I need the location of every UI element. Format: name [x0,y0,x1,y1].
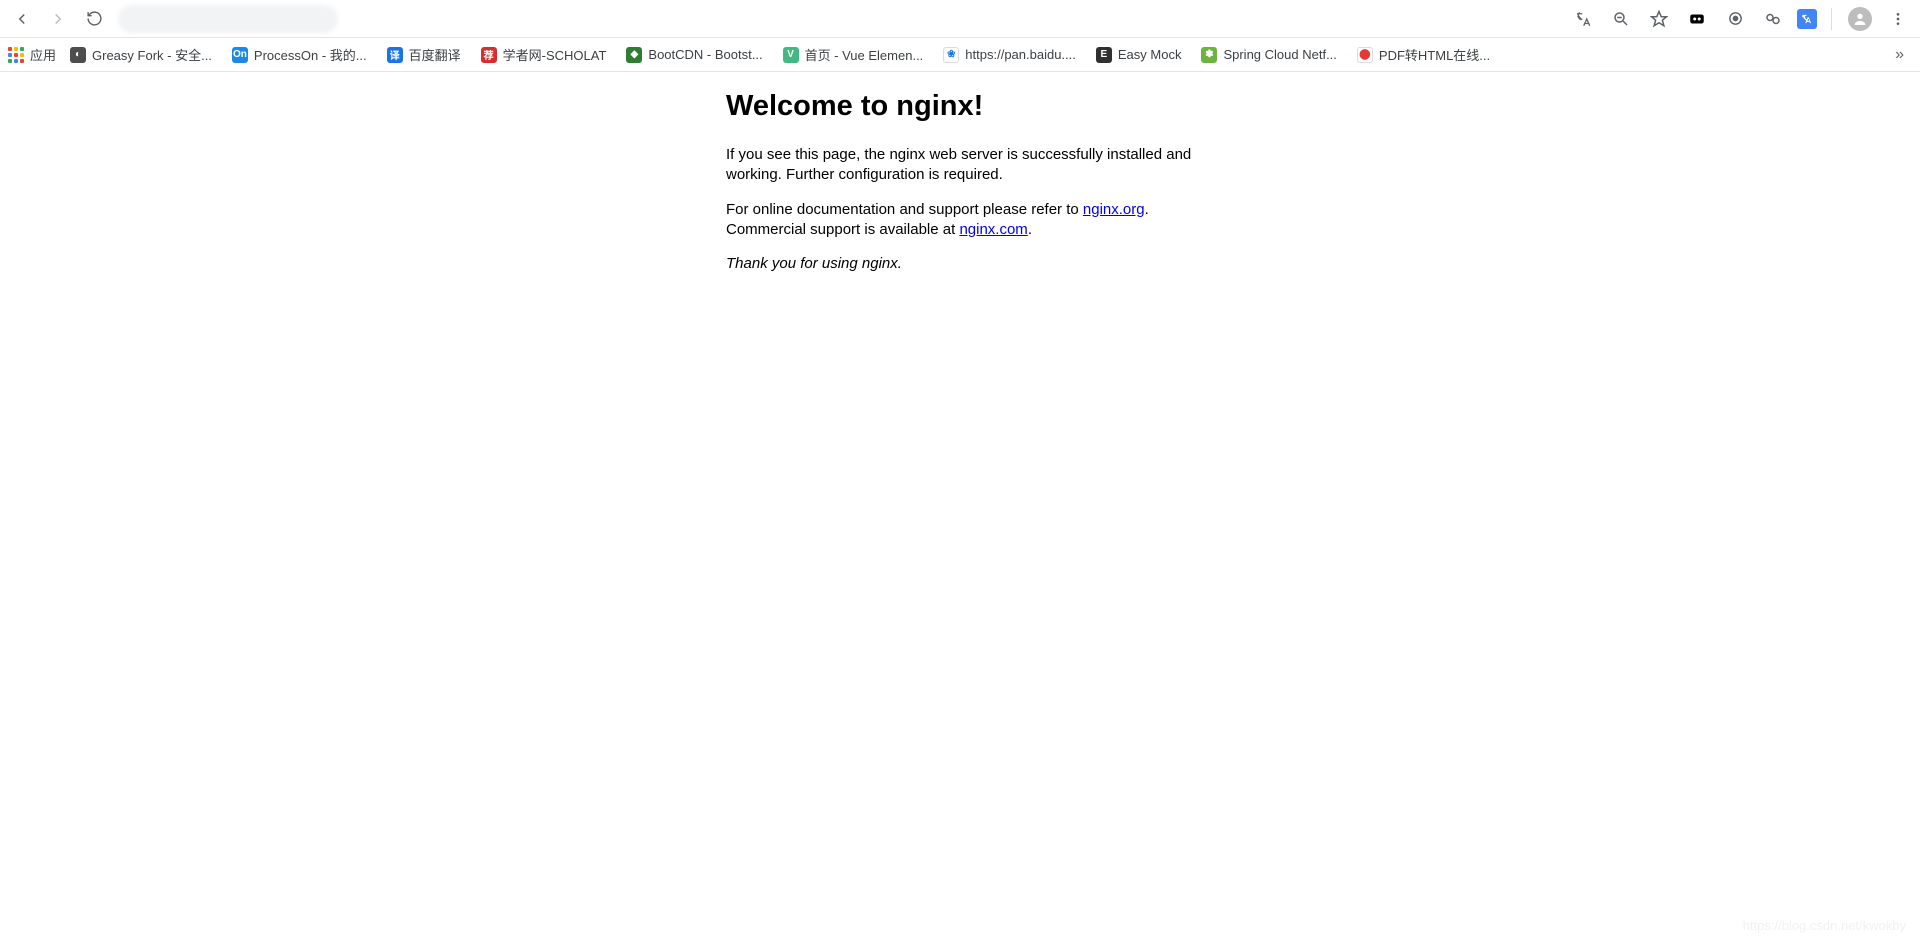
bookmark-item-9[interactable]: ⬤ PDF转HTML在线... [1357,45,1490,64]
bookmarks-list: ◐ Greasy Fork - 安全... On ProcessOn - 我的... 译… [70,45,1490,64]
bookmark-item-7[interactable]: E Easy Mock [1096,47,1182,63]
bookmark-label: https://pan.baidu.... [965,47,1076,62]
apps-button[interactable]: 应用 [8,45,56,64]
bookmark-favicon: ❀ [943,47,959,63]
back-button[interactable] [8,5,36,33]
intro-paragraph: If you see this page, the nginx web serv… [726,145,1211,186]
bookmark-favicon: 荐 [481,47,497,63]
bookmark-label: 百度翻译 [409,45,461,64]
links-paragraph: For online documentation and support ple… [726,200,1211,241]
watermark: https://blog.csdn.net/kwokby [1743,918,1906,933]
toolbar-divider [1831,8,1832,30]
nginx-com-link[interactable]: nginx.com [959,221,1027,238]
reload-button[interactable] [80,5,108,33]
bookmark-label: BootCDN - Bootst... [648,47,762,62]
bookmark-favicon: ◆ [626,47,642,63]
bookmark-favicon: V [783,47,799,63]
bookmark-item-4[interactable]: ◆ BootCDN - Bootst... [626,47,762,63]
page-viewport: Welcome to nginx! If you see this page, … [0,72,1920,274]
bookmarks-overflow[interactable]: » [1887,46,1912,64]
nginx-welcome-page: Welcome to nginx! If you see this page, … [726,90,1446,274]
bookmark-item-1[interactable]: On ProcessOn - 我的... [232,45,367,64]
forward-button[interactable] [44,5,72,33]
nginx-org-link[interactable]: nginx.org [1083,201,1145,218]
extension-icon-4[interactable] [1797,9,1817,29]
bookmark-label: ProcessOn - 我的... [254,45,367,64]
bookmark-item-8[interactable]: ❃ Spring Cloud Netf... [1201,47,1336,63]
bookmark-label: Spring Cloud Netf... [1223,47,1336,62]
bookmark-item-2[interactable]: 译百度翻译 [387,45,461,64]
p2-text-b: . [1145,201,1149,218]
apps-grid-icon [8,47,24,63]
bookmark-favicon: 译 [387,47,403,63]
extension-icon-2[interactable] [1721,5,1749,33]
profile-avatar[interactable] [1846,5,1874,33]
kebab-menu-icon[interactable] [1884,5,1912,33]
extension-icon-1[interactable] [1683,5,1711,33]
bookmark-favicon: E [1096,47,1112,63]
zoom-icon[interactable] [1607,5,1635,33]
extension-icon-3[interactable] [1759,5,1787,33]
bookmark-label: 学者网-SCHOLAT [503,45,607,64]
apps-label: 应用 [30,45,56,64]
nav-buttons [8,5,108,33]
bookmark-favicon: On [232,47,248,63]
bookmark-item-5[interactable]: V 首页 - Vue Elemen... [783,45,924,64]
browser-toolbar [0,0,1920,38]
p2-text-c: Commercial support is available at [726,221,959,238]
bookmark-item-6[interactable]: ❀ https://pan.baidu.... [943,47,1076,63]
bookmark-label: 首页 - Vue Elemen... [805,45,924,64]
toolbar-right-icons [1569,5,1912,33]
bookmark-favicon: ◐ [70,47,86,63]
bookmark-label: PDF转HTML在线... [1379,45,1490,64]
bookmarks-bar: 应用 ◐ Greasy Fork - 安全... On ProcessOn - 我的.… [0,38,1920,72]
p2-text-d: . [1028,221,1032,238]
thanks-paragraph: Thank you for using nginx. [726,254,1211,274]
address-bar[interactable] [118,5,338,33]
bookmark-label: Easy Mock [1118,47,1182,62]
bookmark-item-3[interactable]: 荐学者网-SCHOLAT [481,45,607,64]
page-title: Welcome to nginx! [726,90,1446,123]
bookmark-favicon: ⬤ [1357,47,1373,63]
bookmark-star-icon[interactable] [1645,5,1673,33]
p2-text-a: For online documentation and support ple… [726,201,1083,218]
thanks-text: Thank you for using nginx. [726,255,902,272]
bookmark-label: Greasy Fork - 安全... [92,45,212,64]
translate-icon[interactable] [1569,5,1597,33]
bookmark-item-0[interactable]: ◐ Greasy Fork - 安全... [70,45,212,64]
bookmark-favicon: ❃ [1201,47,1217,63]
